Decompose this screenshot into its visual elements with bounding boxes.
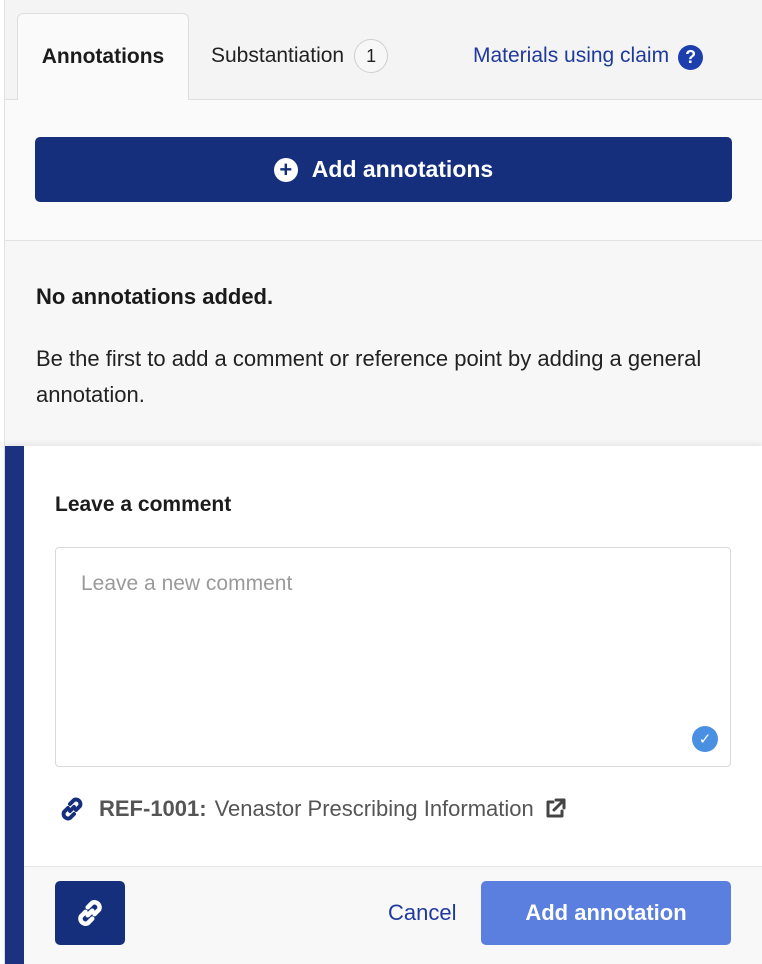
materials-link-label: Materials using claim [473,44,670,67]
link-icon [61,797,83,821]
help-icon[interactable]: ? [678,45,704,70]
empty-state-title: No annotations added. [36,284,274,309]
add-annotation-button[interactable]: Add annotation [481,881,731,945]
tab-bar: Annotations Substantiation 1 Materials u… [5,0,762,101]
reference-code: REF-1001: [99,796,207,821]
reference-row: REF-1001: Venastor Prescribing Informati… [57,794,567,824]
card-accent-bar [5,446,24,964]
add-annotations-label: Add annotations [311,156,494,182]
add-annotations-section: + Add annotations [5,100,762,241]
tab-materials-using-claim[interactable]: Materials using claim ? [473,13,704,101]
link-icon [78,900,102,926]
comment-card-footer: Cancel Add annotation [24,866,762,964]
cancel-button[interactable]: Cancel [388,900,456,926]
comment-input[interactable] [56,548,730,766]
reference-name[interactable]: Venastor Prescribing Information [215,796,534,822]
check-circle-icon: ✓ [692,726,718,752]
empty-state-message: Be the first to add a comment or referen… [36,346,702,407]
plus-circle-icon: + [273,157,298,182]
comment-card: Leave a comment ✓ REF-1001: Venastor Pre… [5,446,762,964]
comment-box: ✓ [55,547,731,767]
attach-reference-button[interactable] [55,881,125,945]
tab-annotations-label: Annotations [41,45,165,68]
annotations-panel: Annotations Substantiation 1 Materials u… [4,0,762,964]
tab-substantiation-label: Substantiation [211,44,345,67]
tab-substantiation[interactable]: Substantiation 1 [211,13,389,101]
tab-annotations[interactable]: Annotations [17,13,189,101]
external-link-icon[interactable] [543,797,567,821]
comment-card-title: Leave a comment [55,493,232,516]
substantiation-count-badge: 1 [354,39,389,73]
add-annotations-button[interactable]: + Add annotations [35,137,732,202]
